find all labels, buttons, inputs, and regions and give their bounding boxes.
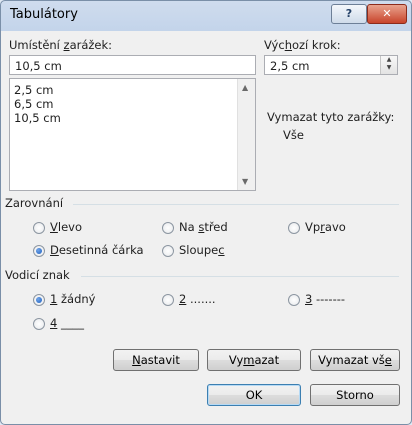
scroll-down-icon[interactable]: ▼ xyxy=(242,177,248,186)
align-right-label[interactable]: Vpravo xyxy=(305,220,346,234)
dialog-title: Tabulátory xyxy=(10,7,78,22)
leader-group-title: Vodicí znak xyxy=(5,268,70,282)
clear-stops-label: Vymazat tyto zarážky: xyxy=(267,110,395,124)
dialog-body: Umístění zarážek: 10,5 cm 2,5 cm 6,5 cm … xyxy=(5,31,407,420)
default-step-spinner[interactable]: ▲ ▼ xyxy=(380,56,397,74)
cancel-button[interactable]: Storno xyxy=(310,384,400,406)
clear-stops-value: Vše xyxy=(283,128,304,142)
leader-underline-radio[interactable] xyxy=(33,318,45,330)
spin-down-icon[interactable]: ▼ xyxy=(381,64,397,72)
scroll-up-icon[interactable]: ▲ xyxy=(242,83,248,92)
default-step-input[interactable]: 2,5 cm ▲ ▼ xyxy=(264,55,398,75)
align-left-radio[interactable] xyxy=(33,222,45,234)
tab-stop-position-input[interactable]: 10,5 cm xyxy=(9,55,256,75)
tab-stop-item[interactable]: 6,5 cm xyxy=(14,97,255,111)
tab-stop-item[interactable]: 10,5 cm xyxy=(14,111,255,125)
align-bar-label[interactable]: Sloupec xyxy=(179,243,225,257)
ok-button[interactable]: OK xyxy=(207,384,301,406)
set-button[interactable]: Nastavit xyxy=(113,349,199,371)
list-scrollbar[interactable]: ▲ ▼ xyxy=(237,79,255,190)
leader-underline-label[interactable]: 4 ____ xyxy=(50,316,84,330)
align-decimal-radio[interactable] xyxy=(33,245,45,257)
default-step-value: 2,5 cm xyxy=(270,59,310,73)
close-button[interactable]: ✕ xyxy=(367,4,407,24)
tab-stop-item[interactable]: 2,5 cm xyxy=(14,83,255,97)
alignment-divider xyxy=(73,204,399,205)
align-bar-radio[interactable] xyxy=(162,245,174,257)
align-center-label[interactable]: Na střed xyxy=(179,220,228,234)
clear-button[interactable]: Vymazat xyxy=(207,349,301,371)
leader-none-label[interactable]: 1 žádný xyxy=(50,292,95,306)
align-right-radio[interactable] xyxy=(288,222,300,234)
help-button[interactable]: ? xyxy=(331,4,367,24)
leader-dots-label[interactable]: 2 ....... xyxy=(179,292,216,306)
align-decimal-label[interactable]: Desetinná čárka xyxy=(50,243,144,257)
tabs-dialog: Tabulátory ? ✕ Umístění zarážek: 10,5 cm… xyxy=(0,0,412,425)
tab-stop-position-label: Umístění zarážek: xyxy=(9,38,113,52)
tab-stop-list[interactable]: 2,5 cm 6,5 cm 10,5 cm ▲ ▼ xyxy=(9,78,256,191)
leader-dashes-radio[interactable] xyxy=(288,294,300,306)
default-step-label: Výchozí krok: xyxy=(264,38,341,52)
leader-divider xyxy=(81,276,399,277)
leader-dots-radio[interactable] xyxy=(162,294,174,306)
title-bar: Tabulátory ? ✕ xyxy=(1,1,411,29)
alignment-group-title: Zarovnání xyxy=(5,196,64,210)
align-left-label[interactable]: Vlevo xyxy=(50,220,82,234)
spin-up-icon[interactable]: ▲ xyxy=(381,56,397,64)
clear-all-button[interactable]: Vymazat vše xyxy=(310,349,400,371)
leader-dashes-label[interactable]: 3 ------- xyxy=(305,292,345,306)
leader-none-radio[interactable] xyxy=(33,294,45,306)
align-center-radio[interactable] xyxy=(162,222,174,234)
